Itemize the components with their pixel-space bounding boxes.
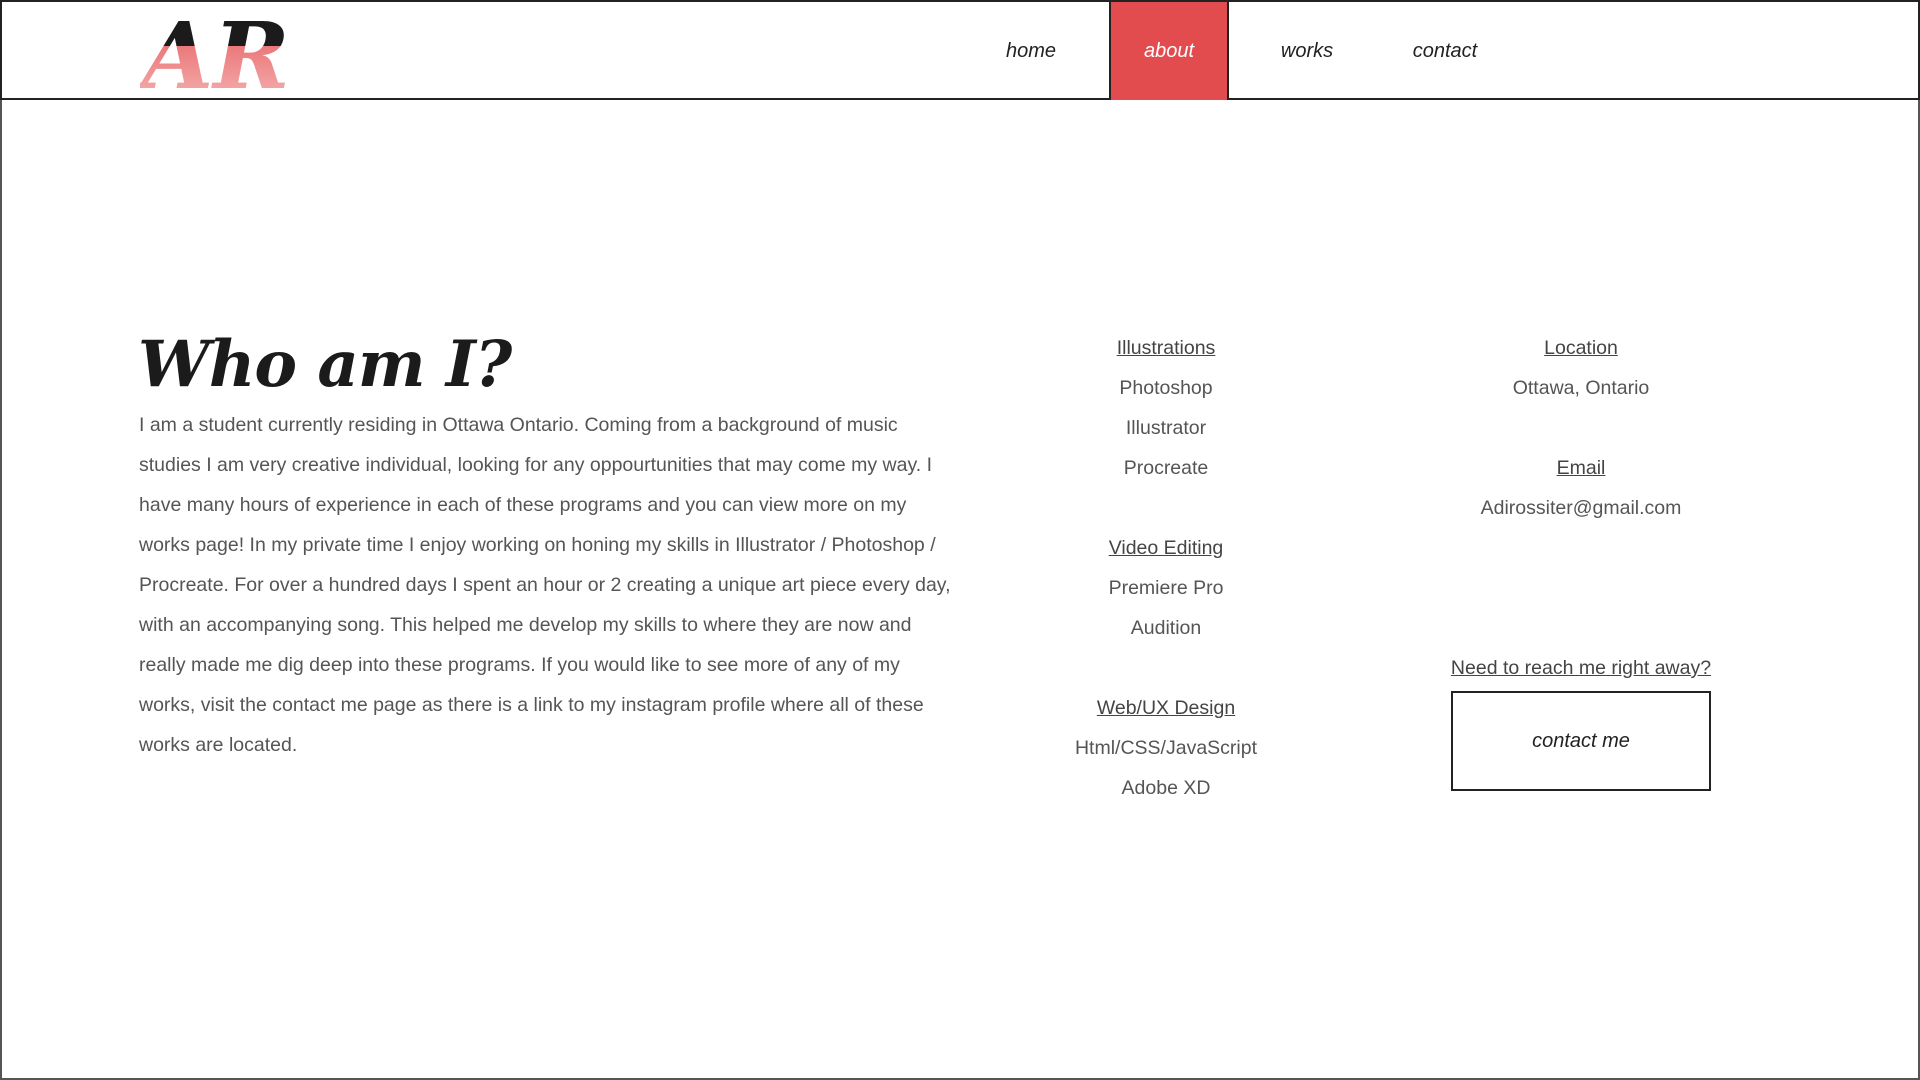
skill-item: Audition xyxy=(1130,617,1202,639)
contact-me-button[interactable]: contact me xyxy=(1451,691,1711,791)
skill-heading-illustrations[interactable]: Illustrations xyxy=(1016,328,1316,368)
email-heading[interactable]: Email xyxy=(1424,448,1738,488)
skill-heading-web-ux-design[interactable]: Web/UX Design xyxy=(1016,688,1316,728)
bio-paragraph: I am a student currently residing in Ott… xyxy=(139,414,951,756)
skill-item: Html/CSS/JavaScript xyxy=(1074,737,1258,759)
skill-heading-video-editing[interactable]: Video Editing xyxy=(1016,528,1316,568)
skill-item: Photoshop xyxy=(1119,377,1213,399)
contact-column: Location Ottawa, Ontario Email Adirossit… xyxy=(1424,328,1738,791)
nav-contact[interactable]: contact xyxy=(1386,2,1504,100)
skill-item: Premiere Pro xyxy=(1108,577,1224,599)
ar-logo-icon: AR AR xyxy=(140,12,290,92)
page-title: Who am I? xyxy=(138,327,512,402)
site-header: AR AR home about works contact xyxy=(0,0,1920,100)
location-heading[interactable]: Location xyxy=(1424,328,1738,368)
email-value: Adirossiter@gmail.com xyxy=(1480,497,1682,519)
nav-home[interactable]: home xyxy=(972,2,1090,100)
skill-item: Adobe XD xyxy=(1121,777,1211,799)
skills-column: Illustrations Photoshop Illustrator Proc… xyxy=(1016,328,1316,808)
nav-about[interactable]: about xyxy=(1109,2,1229,100)
nav-works[interactable]: works xyxy=(1248,2,1366,100)
reach-me-link[interactable]: Need to reach me right away? xyxy=(1424,648,1738,688)
skill-item: Procreate xyxy=(1123,457,1209,479)
location-value: Ottawa, Ontario xyxy=(1512,377,1650,399)
ar-logo[interactable]: AR AR xyxy=(140,12,296,92)
skill-item: Illustrator xyxy=(1125,417,1207,439)
